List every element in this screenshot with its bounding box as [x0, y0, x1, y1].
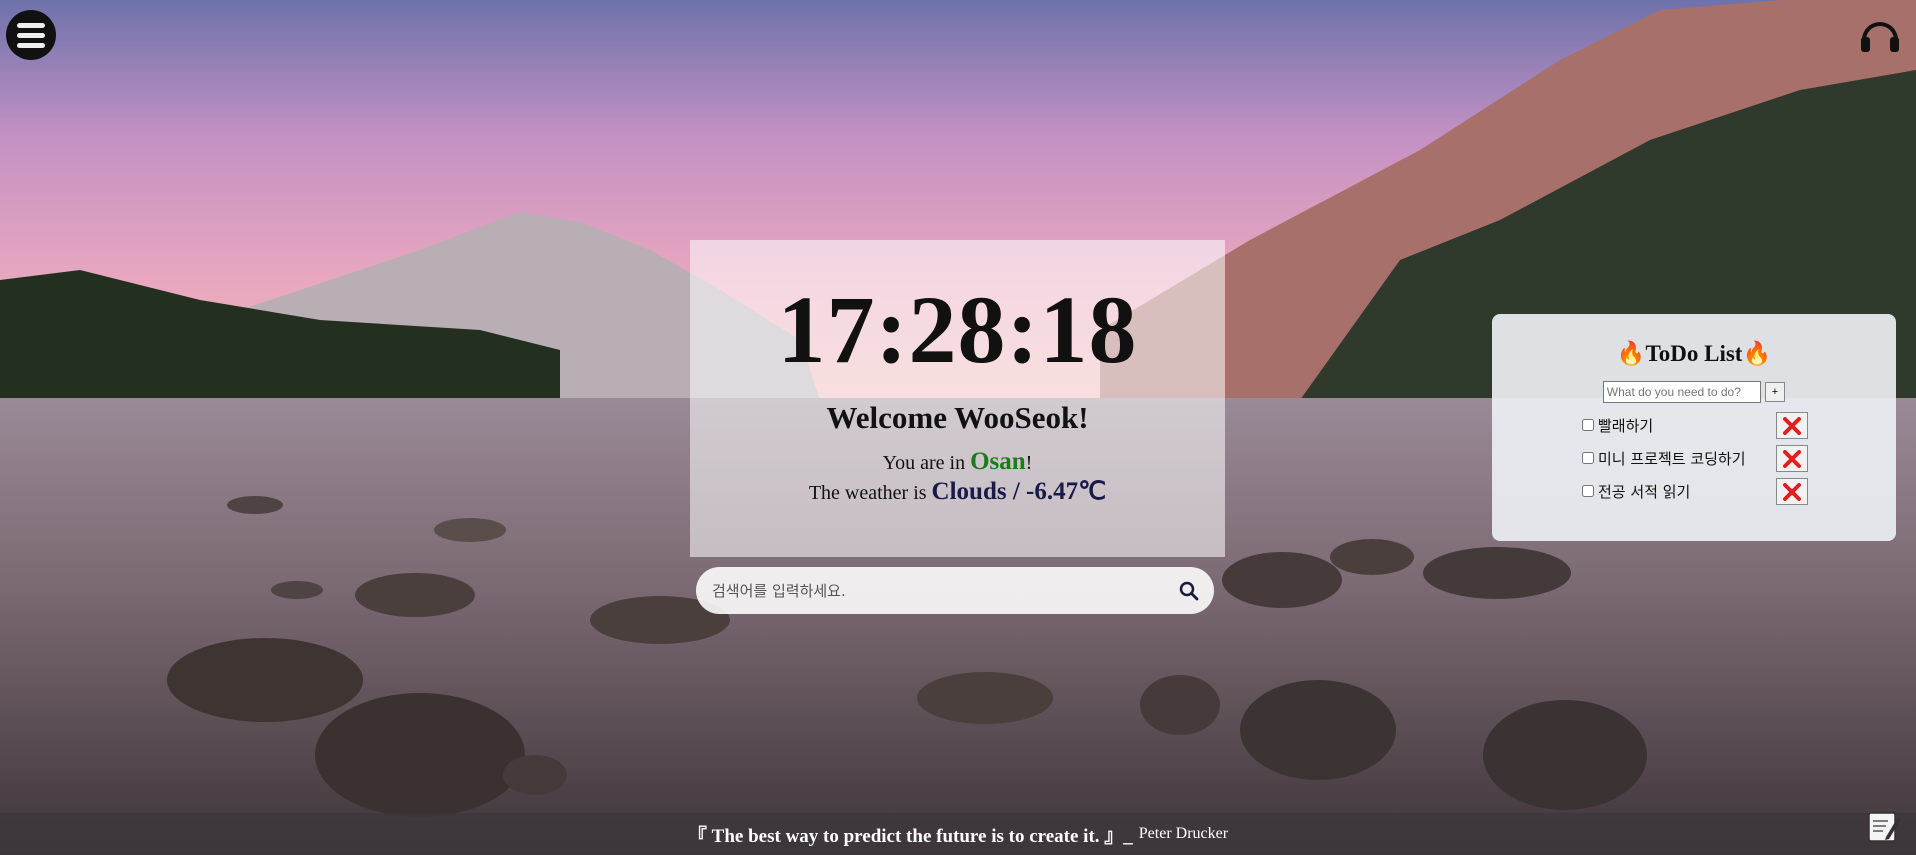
hamburger-menu-icon[interactable]	[6, 10, 56, 60]
location-city: Osan	[970, 448, 1026, 475]
note-pencil-icon[interactable]	[1866, 809, 1902, 845]
todo-delete-button[interactable]	[1776, 478, 1808, 505]
weather-prefix: The weather is	[808, 482, 932, 504]
search-icon[interactable]	[1178, 580, 1200, 602]
quote-bar: 『 The best way to predict the future is …	[0, 813, 1916, 855]
todo-checkbox[interactable]	[1582, 452, 1594, 464]
red-x-icon	[1783, 449, 1801, 468]
search-input[interactable]	[710, 580, 1178, 601]
red-x-icon	[1783, 482, 1801, 501]
todo-item: 빨래하기	[1492, 409, 1896, 442]
quote-text: 『 The best way to predict the future is …	[687, 825, 1133, 847]
weather-line: The weather is Clouds / -6.47℃	[809, 476, 1106, 506]
search-bar	[696, 567, 1214, 614]
todo-item: 전공 서적 읽기	[1492, 475, 1896, 508]
todo-panel: 🔥ToDo List🔥 + 빨래하기 미니 프로젝트 코딩하기 전공 서적 읽기	[1492, 314, 1896, 541]
headphones-icon[interactable]	[1858, 14, 1902, 54]
welcome-message: Welcome WooSeok!	[826, 400, 1089, 435]
todo-item-text: 빨래하기	[1598, 417, 1654, 435]
weather-value: Clouds / -6.47℃	[931, 478, 1107, 505]
clock: 17:28:18	[777, 276, 1138, 383]
red-x-icon	[1783, 416, 1801, 435]
todo-item-text: 전공 서적 읽기	[1598, 483, 1691, 501]
todo-delete-button[interactable]	[1776, 412, 1808, 439]
quote-author: Peter Drucker	[1138, 825, 1229, 842]
todo-form: +	[1492, 381, 1896, 403]
todo-item: 미니 프로젝트 코딩하기	[1492, 442, 1896, 475]
todo-checkbox[interactable]	[1582, 419, 1594, 431]
clock-weather-panel: 17:28:18 Welcome WooSeok! You are in Osa…	[690, 240, 1225, 557]
todo-input[interactable]	[1602, 381, 1761, 403]
todo-checkbox[interactable]	[1582, 485, 1594, 497]
todo-title: 🔥ToDo List🔥	[1616, 341, 1772, 366]
todo-item-text: 미니 프로젝트 코딩하기	[1598, 450, 1746, 468]
location-line: You are in Osan!	[883, 448, 1033, 476]
todo-add-button[interactable]: +	[1764, 382, 1786, 402]
todo-list: 빨래하기 미니 프로젝트 코딩하기 전공 서적 읽기	[1492, 409, 1896, 508]
todo-delete-button[interactable]	[1776, 445, 1808, 472]
location-suffix: !	[1025, 452, 1033, 474]
location-prefix: You are in	[882, 452, 971, 474]
